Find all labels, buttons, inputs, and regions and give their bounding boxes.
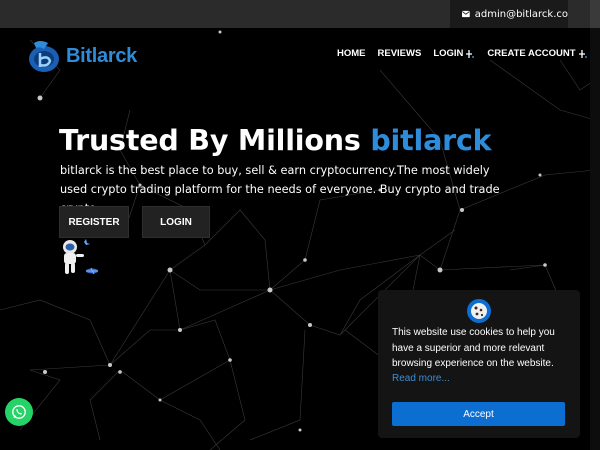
whatsapp-icon [12,405,26,419]
cookie-message: This website use cookies to help you hav… [392,327,555,369]
main-nav: HOME REVIEWS LOGIN CREATE ACCOUNT [337,48,588,59]
cookie-read-more-link[interactable]: Read more... [392,372,566,386]
sparkle-icon [578,49,587,58]
nav-item-login[interactable]: LOGIN [433,48,475,59]
cookie-icon [467,299,491,323]
whatsapp-button[interactable] [5,398,33,426]
brand-logo[interactable]: Bitlarck [26,36,146,76]
top-bar: admin@bitlarck.co [0,0,600,28]
nav-item-create-account[interactable]: CREATE ACCOUNT [487,48,587,59]
cookie-accept-button[interactable]: Accept [392,402,565,426]
hero-title-brand: bitlarck [370,124,492,157]
brand-name: Bitlarck [66,44,137,67]
nav-item-label: REVIEWS [377,48,422,59]
astronaut-icon [63,239,98,275]
topbar-scroll-strip [590,0,600,28]
contact-email-text: admin@bitlarck.co [474,8,568,20]
nav-item-label: HOME [337,48,366,59]
login-button[interactable]: LOGIN [142,206,210,238]
register-button[interactable]: REGISTER [59,206,129,238]
bitlarck-logo-icon [29,41,59,72]
page-scrollbar[interactable] [590,28,600,450]
hero-title-main: Trusted By Millions [59,124,371,157]
nav-item-label: CREATE ACCOUNT [487,48,576,59]
hero-title: Trusted By Millions bitlarck [59,124,492,157]
nav-item-home[interactable]: HOME [337,48,366,59]
nav-item-reviews[interactable]: REVIEWS [378,48,422,59]
cookie-consent-popup: This website use cookies to help you hav… [378,290,580,438]
sparkle-icon [466,49,475,58]
nav-item-label: LOGIN [433,48,464,59]
contact-email[interactable]: admin@bitlarck.co [450,0,568,28]
envelope-icon [462,10,470,18]
